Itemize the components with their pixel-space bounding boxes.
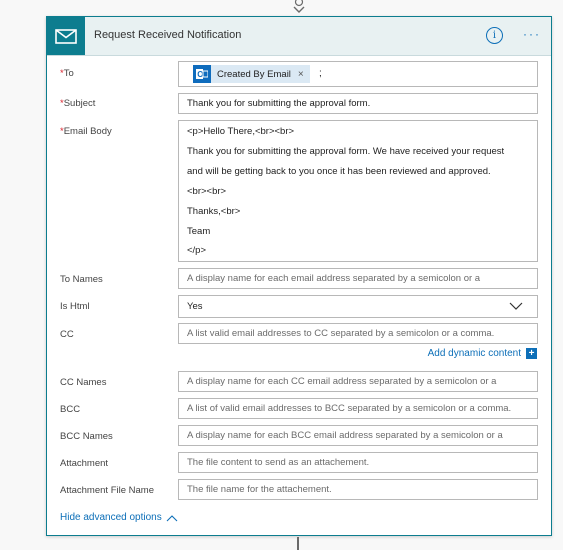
connector-arrow-icon (293, 0, 305, 13)
body-line: Team (187, 226, 211, 237)
is-html-select[interactable]: Yes (178, 295, 538, 318)
info-icon[interactable]: i (486, 27, 503, 44)
bcc-names-input[interactable]: A display name for each BCC email addres… (178, 425, 538, 446)
email-body-input[interactable]: <p>Hello There,<br><br> Thank you for su… (178, 120, 538, 262)
chevron-up-icon (166, 514, 178, 521)
to-names-input[interactable]: A display name for each email address se… (178, 268, 538, 289)
attachment-input[interactable]: The file content to send as an attacheme… (178, 452, 538, 473)
body-line: Thanks,<br> (187, 206, 241, 217)
bcc-placeholder: A list of valid email addresses to BCC s… (187, 403, 512, 414)
cc-names-label: CC Names (60, 377, 107, 388)
to-token-label: Created By Email (217, 68, 291, 80)
to-names-placeholder: A display name for each email address se… (187, 273, 481, 284)
cc-names-placeholder: A display name for each CC email address… (187, 376, 497, 387)
bcc-label: BCC (60, 404, 81, 415)
attachment-label: Attachment (60, 458, 109, 469)
body-line: Thank you for submitting the approval fo… (187, 146, 505, 157)
bcc-input[interactable]: A list of valid email addresses to BCC s… (178, 398, 538, 419)
cc-label: CC (60, 329, 74, 340)
attachment-file-name-label: Attachment File Name (60, 485, 154, 496)
mail-icon (47, 17, 85, 55)
svg-text:O: O (197, 70, 203, 79)
body-line: </p> (187, 245, 207, 256)
more-options-icon[interactable]: ··· (523, 27, 541, 41)
add-dynamic-content-label: Add dynamic content (427, 348, 521, 359)
card-header[interactable]: Request Received Notification i ··· (47, 17, 551, 56)
email-body-label: *Email Body (60, 126, 112, 137)
cc-input[interactable]: A list valid email addresses to CC separ… (178, 323, 538, 344)
to-names-label: To Names (60, 274, 103, 285)
close-icon[interactable]: × (298, 69, 304, 80)
to-token[interactable]: O Created By Email × (193, 65, 310, 83)
hide-advanced-options-label: Hide advanced options (60, 512, 162, 523)
plus-icon: + (526, 348, 537, 359)
attachment-file-name-placeholder: The file name for the attachement. (187, 484, 332, 495)
is-html-value: Yes (187, 301, 203, 312)
hide-advanced-options-link[interactable]: Hide advanced options (60, 512, 178, 523)
body-line: and will be getting back to you once it … (187, 166, 491, 177)
body-line: <br><br> (187, 186, 227, 197)
is-html-label: Is Html (60, 301, 90, 312)
cc-placeholder: A list valid email addresses to CC separ… (187, 328, 495, 339)
bcc-names-placeholder: A display name for each BCC email addres… (187, 430, 503, 441)
add-dynamic-content-link[interactable]: Add dynamic content + (428, 348, 537, 359)
cc-names-input[interactable]: A display name for each CC email address… (178, 371, 538, 392)
to-label: *To (60, 68, 74, 79)
connector-line (297, 537, 299, 550)
card-title: Request Received Notification (94, 29, 242, 41)
bcc-names-label: BCC Names (60, 431, 113, 442)
attachment-file-name-input[interactable]: The file name for the attachement. (178, 479, 538, 500)
to-field[interactable]: O Created By Email × ; (178, 61, 538, 87)
action-card: Request Received Notification i ··· *To … (46, 16, 552, 536)
body-line: <p>Hello There,<br><br> (187, 126, 295, 137)
subject-label: *Subject (60, 98, 96, 109)
to-separator: ; (319, 68, 322, 79)
outlook-icon: O (193, 65, 211, 83)
chevron-down-icon[interactable] (509, 300, 523, 312)
attachment-placeholder: The file content to send as an attacheme… (187, 457, 370, 468)
subject-input[interactable]: Thank you for submitting the approval fo… (178, 93, 538, 114)
